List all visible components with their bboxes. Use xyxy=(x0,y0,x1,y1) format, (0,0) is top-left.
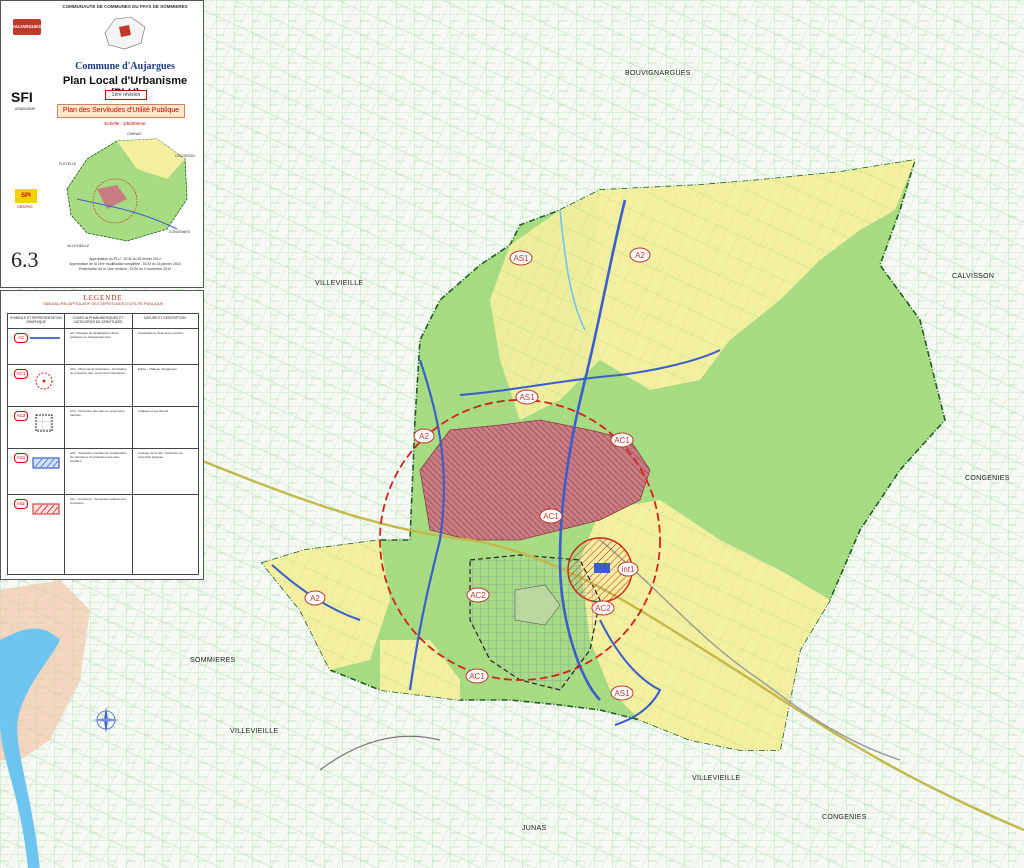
commune-name: Commune d'Aujargues xyxy=(75,61,175,72)
legend-nature-a2: Canalisations d'eau sous pression xyxy=(138,331,184,335)
title-block-sidebar: AUJARGUES SFI URBANISME SPI GRAPHIC 6.3 xyxy=(3,9,47,287)
legend-col-symbol: SYMBOLE ET REPRESENTATION GRAPHIQUE xyxy=(10,316,62,324)
approval-dates: Approbation du PLU : DCM du 26 février 2… xyxy=(49,257,201,272)
inset-label-carnas: CARNAS xyxy=(127,132,142,136)
legend-code-ac1: AC1 xyxy=(14,369,28,379)
legend-panel: LEGENDE TABLEAU RECAPITULATIF DES SERVIT… xyxy=(0,290,204,580)
inset-label-congenies: CONGENIES xyxy=(169,230,191,234)
community-header: COMMUNAUTE DE COMMUNES DU PAYS DE SOMMIE… xyxy=(62,4,188,9)
commune-label-congenies-south: CONGENIES xyxy=(822,814,867,821)
zone-label-ac1-east: AC1 xyxy=(614,436,630,445)
legend-desc-int1: int1 - Cimetières - Servitudes relatives… xyxy=(70,497,127,505)
sheet-number: 6.3 xyxy=(11,247,39,272)
legend-desc-as1: AS1 - Servitudes résultant de l'instaura… xyxy=(70,451,127,463)
revision-badge: 1ère révision xyxy=(105,90,147,100)
legend-subtitle: TABLEAU RECAPITULATIF DES SERVITUDES D'U… xyxy=(42,302,164,306)
sheet-title: Plan des Servitudes d'Utilité Publique xyxy=(57,104,185,118)
legend-nature-as1: Captage de la ville - Périmètre de prote… xyxy=(138,451,183,459)
commune-label-villevieille-southeast: VILLEVIEILLE xyxy=(692,775,740,782)
pipe-line-icon xyxy=(30,337,60,339)
zone-label-a2-north: A2 xyxy=(635,251,645,260)
zone-label-ac2-east: AC2 xyxy=(595,604,611,613)
legend-row-as1: AS1 AS1 - Servitudes résultant de l'inst… xyxy=(8,448,198,495)
zone-label-ac1-center: AC1 xyxy=(543,512,559,521)
commune-label-calvisson: CALVISSON xyxy=(952,273,994,280)
zone-label-a2-west: A2 xyxy=(419,432,429,441)
legend-table: SYMBOLE ET REPRESENTATION GRAPHIQUE CODE… xyxy=(7,313,199,575)
legend-row-a2: A2 A2 - Passage de canalisations d'eau p… xyxy=(8,328,198,365)
zone-label-as1-south: AS1 xyxy=(614,689,630,698)
sfi-logo: SFI xyxy=(11,89,33,105)
legend-row-ac1: AC1 AC1 - Monuments historiques - Servit… xyxy=(8,364,198,407)
site-square-icon xyxy=(35,414,53,432)
zone-label-int1: int1 xyxy=(622,565,635,574)
legend-col-code: CODES ALPHANUMERIQUES ET CATEGORIES DE S… xyxy=(72,316,124,324)
zone-label-ac2-west: AC2 xyxy=(470,591,486,600)
north-arrow-icon xyxy=(93,707,119,733)
location-map-icon xyxy=(104,16,146,50)
inset-map[interactable]: CARNAS FLEVELLE CALVISSON CONGENIES VILL… xyxy=(57,129,197,249)
legend-code-a2: A2 xyxy=(14,333,28,343)
zone-label-ac1-south: AC1 xyxy=(469,672,485,681)
approval-line: Prescription de la 1ère révision : DCM d… xyxy=(78,267,172,271)
legend-nature-ac2: Château et ses abords xyxy=(138,409,169,413)
sfi-subtitle: URBANISME xyxy=(14,107,36,111)
monument-circle-icon xyxy=(35,372,53,390)
legend-row-int1: int1 int1 - Cimetières - Servitudes rela… xyxy=(8,494,198,535)
cemetery-hatch-icon xyxy=(32,503,60,515)
commune-label-junas: JUNAS xyxy=(522,825,546,832)
inset-label-flevelle: FLEVELLE xyxy=(59,162,77,166)
legend-desc-a2: A2 - Passage de canalisations d'eau publ… xyxy=(70,331,119,339)
zone-label-a2-southwest: A2 xyxy=(310,594,320,603)
spi-subtitle: GRAPHIC xyxy=(17,205,33,209)
commune-label-bouvignargues: BOUVIGNARGUES xyxy=(625,70,691,77)
commune-label-sommieres: SOMMIERES xyxy=(190,657,236,664)
commune-logo-text: AUJARGUES xyxy=(12,24,42,29)
legend-nature-ac1: Eglise - Château d'Aujargues xyxy=(138,367,177,371)
inset-label-villevieille: VILLEVIEILLE xyxy=(67,244,90,248)
inset-label-calvisson: CALVISSON xyxy=(175,154,195,158)
commune-label-congenies-east: CONGENIES xyxy=(965,475,1010,482)
legend-code-int1: int1 xyxy=(14,499,28,509)
legend-title: LEGENDE xyxy=(83,294,123,302)
title-block: AUJARGUES SFI URBANISME SPI GRAPHIC 6.3 … xyxy=(0,0,204,288)
legend-desc-ac2: AC2 - Protection des sites et monuments … xyxy=(70,409,125,417)
spi-logo: SPI xyxy=(15,189,37,203)
commune-label-villevieille-south: VILLEVIEILLE xyxy=(230,728,278,735)
cemetery xyxy=(594,563,610,573)
zone-label-as1-center: AS1 xyxy=(519,393,535,402)
legend-col-nature: NATURE ET DESCRIPTION xyxy=(144,316,186,320)
water-protection-icon xyxy=(32,457,60,469)
commune-label-villevieille-north: VILLEVIEILLE xyxy=(315,280,363,287)
legend-desc-ac1: AC1 - Monuments historiques - Servitudes… xyxy=(70,367,127,375)
zone-label-as1-north: AS1 xyxy=(513,254,529,263)
legend-row-ac2: AC2 AC2 - Protection des sites et monume… xyxy=(8,406,198,449)
legend-code-as1: AS1 xyxy=(14,453,28,463)
scale-label: Echelle : 1/5000ème xyxy=(104,121,146,126)
legend-code-ac2: AC2 xyxy=(14,411,28,421)
